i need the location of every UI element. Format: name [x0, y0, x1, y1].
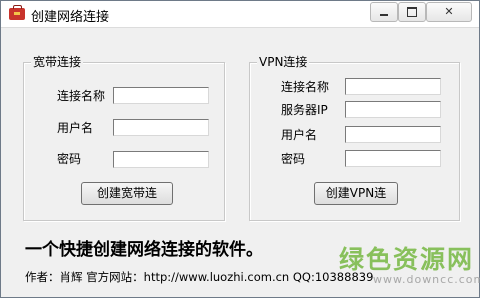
vpn-user-label: 用户名: [281, 128, 318, 142]
broadband-password-label: 密码: [57, 152, 82, 166]
create-broadband-button[interactable]: 创建宽带连: [81, 182, 173, 205]
toolbox-icon: [9, 5, 25, 20]
vpn-password-input[interactable]: [345, 150, 441, 167]
window-title: 创建网络连接: [31, 10, 110, 25]
minimize-icon: [380, 14, 388, 16]
broadband-user-label: 用户名: [57, 121, 94, 135]
broadband-password-input[interactable]: [113, 151, 209, 168]
vpn-server-label: 服务器IP: [281, 103, 328, 117]
broadband-group: 宽带连接 连接名称 用户名 密码 创建宽带连: [23, 55, 225, 221]
create-vpn-button[interactable]: 创建VPN连: [314, 182, 398, 205]
slogan-text: 一个快捷创建网络连接的软件。: [25, 240, 263, 260]
minimize-button[interactable]: [370, 2, 398, 22]
vpn-user-input[interactable]: [345, 126, 441, 143]
broadband-name-input[interactable]: [113, 87, 209, 104]
maximize-button[interactable]: [398, 2, 426, 22]
vpn-group: VPN连接 连接名称 服务器IP 用户名 密码 创建VPN连: [249, 55, 460, 221]
vpn-name-label: 连接名称: [281, 80, 330, 94]
vpn-legend: VPN连接: [257, 55, 310, 69]
close-icon: ✕: [444, 5, 454, 18]
vpn-server-input[interactable]: [345, 101, 441, 118]
broadband-user-input[interactable]: [113, 119, 209, 136]
title-bar[interactable]: 创建网络连接 ✕: [1, 1, 479, 28]
author-footer: 作者：肖辉 官方网站：http://www.luozhi.com.cn QQ:1…: [25, 270, 374, 284]
vpn-name-input[interactable]: [345, 78, 441, 95]
watermark-url: www.downcc.com: [373, 273, 480, 286]
watermark-logo: 绿色资源网: [339, 245, 475, 274]
app-window: 创建网络连接 ✕ 宽带连接 连接名称 用户名 密码 创建宽带连 VPN连接 连接…: [0, 0, 480, 298]
maximize-icon: [407, 7, 417, 17]
broadband-name-label: 连接名称: [57, 89, 106, 103]
broadband-legend: 宽带连接: [31, 55, 84, 69]
close-button[interactable]: ✕: [426, 2, 472, 22]
vpn-password-label: 密码: [281, 152, 306, 166]
